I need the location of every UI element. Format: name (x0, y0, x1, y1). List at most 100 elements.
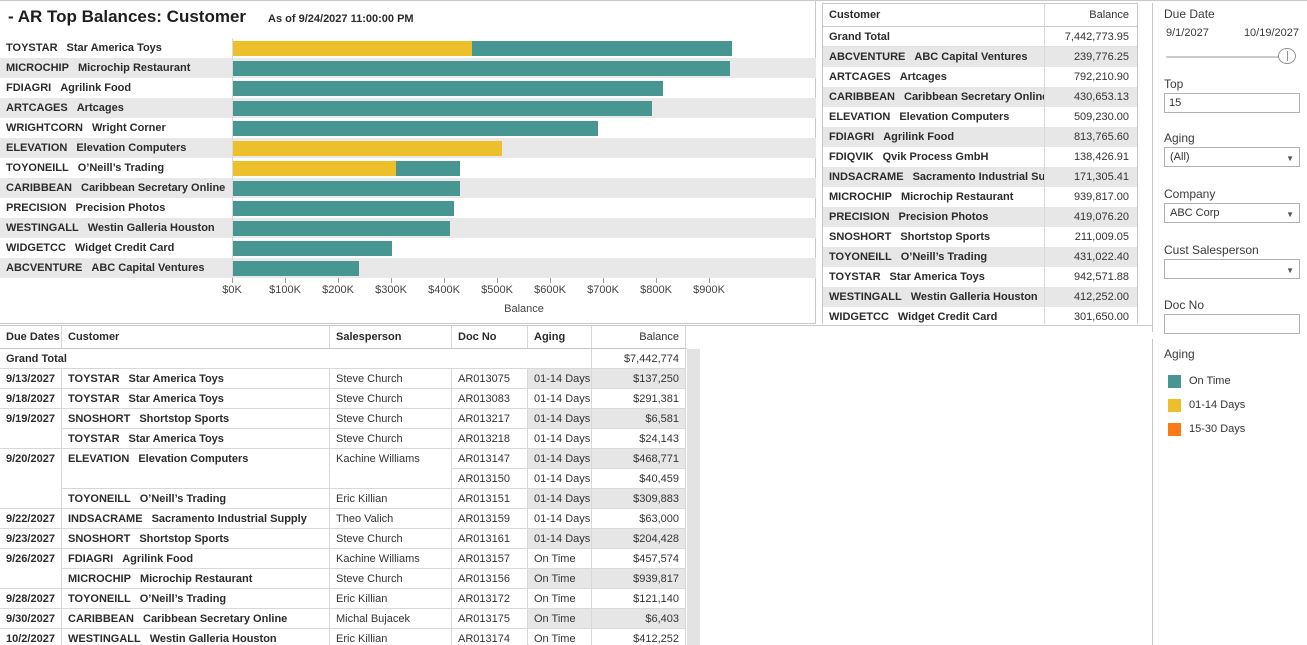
detail-table-row[interactable]: 9/30/2027 CARIBBEANCaribbean Secretary O… (0, 609, 687, 629)
bar-segment[interactable] (472, 41, 732, 56)
bar-segment[interactable] (232, 121, 598, 136)
bar-chart-row[interactable]: WIDGETCCWidget Credit Card (0, 238, 816, 258)
summary-table-row[interactable]: WIDGETCCWidget Credit Card 301,650.00 (823, 307, 1137, 324)
summary-table-row[interactable]: WESTINGALLWestin Galleria Houston 412,25… (823, 287, 1137, 307)
bar-chart-row[interactable]: CARIBBEANCaribbean Secretary Online (0, 178, 816, 198)
bar-chart-row[interactable]: ABCVENTUREABC Capital Ventures (0, 258, 816, 278)
detail-due-cell: 9/20/2027 (0, 449, 62, 469)
summary-table-row[interactable]: TOYONEILLO’Neill’s Trading 431,022.40 (823, 247, 1137, 267)
customer-code: INDSACRAME (68, 513, 143, 525)
detail-table-row[interactable]: 9/20/2027 ELEVATIONElevation Computers K… (0, 449, 687, 469)
bar-chart-row[interactable]: MICROCHIPMicrochip Restaurant (0, 58, 816, 78)
bar-chart-row[interactable]: WESTINGALLWestin Galleria Houston (0, 218, 816, 238)
bar-segment[interactable] (232, 41, 472, 56)
bar-segment[interactable] (232, 101, 652, 116)
bar-segments (232, 121, 598, 136)
axis-tick-mark (550, 278, 551, 283)
detail-col-aging[interactable]: Aging (528, 326, 592, 348)
legend-item[interactable]: 01-14 Days (1168, 393, 1245, 417)
detail-table-row[interactable]: 10/2/2027 WESTINGALLWestin Galleria Hous… (0, 629, 687, 645)
detail-doc-no-cell: AR013157 (452, 549, 528, 569)
bar-segment[interactable] (232, 81, 663, 96)
customer-code: ARTCAGES (829, 71, 891, 83)
summary-table-row[interactable]: FDIQVIKQvik Process GmbH 138,426.91 (823, 147, 1137, 167)
bar-segment[interactable] (232, 221, 450, 236)
summary-table-row[interactable]: FDIAGRIAgrilink Food 813,765.60 (823, 127, 1137, 147)
detail-table-row[interactable]: 9/22/2027 INDSACRAMESacramento Industria… (0, 509, 687, 529)
bar-segment[interactable] (232, 181, 460, 196)
due-date-slider-track[interactable] (1166, 56, 1294, 58)
detail-table-row[interactable]: 9/28/2027 TOYONEILLO’Neill’s Trading Eri… (0, 589, 687, 609)
bar-chart-row[interactable]: ARTCAGESArtcages (0, 98, 816, 118)
legend-item[interactable]: On Time (1168, 369, 1245, 393)
bar-segments (232, 81, 663, 96)
summary-table-row[interactable]: ELEVATIONElevation Computers 509,230.00 (823, 107, 1137, 127)
detail-table-row[interactable]: 9/23/2027 SNOSHORTShortstop Sports Steve… (0, 529, 687, 549)
detail-due-cell (0, 469, 62, 489)
detail-table-row[interactable]: MICROCHIPMicrochip Restaurant Steve Chur… (0, 569, 687, 589)
summary-table-row[interactable]: CARIBBEANCaribbean Secretary Online 430,… (823, 87, 1137, 107)
detail-table-scrollbar[interactable] (687, 349, 700, 645)
bar-segment[interactable] (232, 61, 730, 76)
summary-table-row[interactable]: ABCVENTUREABC Capital Ventures 239,776.2… (823, 47, 1137, 67)
detail-customer-cell: FDIAGRIAgrilink Food (62, 549, 330, 569)
detail-col-balance[interactable]: Balance (592, 326, 686, 348)
bar-segment[interactable] (232, 241, 392, 256)
detail-balance-cell: $291,381 (592, 389, 686, 409)
customer-name: Star America Toys (129, 373, 224, 385)
bar-segment[interactable] (232, 141, 502, 156)
summary-table-row[interactable]: SNOSHORTShortstop Sports 211,009.05 (823, 227, 1137, 247)
detail-table-row[interactable]: AR013150 01-14 Days $40,459 (0, 469, 687, 489)
bar-segment[interactable] (232, 261, 359, 276)
detail-due-cell (0, 429, 62, 449)
customer-name: Widget Credit Card (898, 311, 998, 323)
bar-chart-row[interactable]: TOYSTARStar America Toys (0, 38, 816, 58)
detail-table-row[interactable]: TOYSTARStar America Toys Steve Church AR… (0, 429, 687, 449)
customer-name: Sacramento Industrial Supply (152, 513, 307, 525)
company-filter-dropdown[interactable]: ABC Corp ▼ (1164, 203, 1300, 223)
bar-segment[interactable] (232, 201, 454, 216)
detail-col-due-dates[interactable]: Due Dates (0, 326, 62, 348)
detail-aging-cell: 01-14 Days (528, 369, 592, 389)
detail-table-row[interactable]: 9/26/2027 FDIAGRIAgrilink Food Kachine W… (0, 549, 687, 569)
summary-col-balance[interactable]: Balance (1045, 9, 1137, 21)
bar-chart-row[interactable]: PRECISIONPrecision Photos (0, 198, 816, 218)
summary-table-row[interactable]: MICROCHIPMicrochip Restaurant 939,817.00 (823, 187, 1137, 207)
detail-col-doc-no[interactable]: Doc No (452, 326, 528, 348)
top-filter-input[interactable] (1164, 93, 1300, 113)
bar-chart-row[interactable]: WRIGHTCORNWright Corner (0, 118, 816, 138)
detail-table-row[interactable]: TOYONEILLO’Neill’s Trading Eric Killian … (0, 489, 687, 509)
summary-table-row[interactable]: ARTCAGESArtcages 792,210.90 (823, 67, 1137, 87)
due-date-slider-handle[interactable] (1278, 48, 1296, 64)
bar-track (232, 158, 816, 178)
summary-customer-cell: PRECISIONPrecision Photos (823, 211, 1045, 223)
bar-segment[interactable] (232, 161, 396, 176)
bar-chart-row[interactable]: TOYONEILLO’Neill’s Trading (0, 158, 816, 178)
aging-filter-dropdown[interactable]: (All) ▼ (1164, 147, 1300, 167)
summary-table-row[interactable]: PRECISIONPrecision Photos 419,076.20 (823, 207, 1137, 227)
bar-chart-row[interactable]: FDIAGRIAgrilink Food (0, 78, 816, 98)
customer-name: Agrilink Food (883, 131, 954, 143)
detail-table-row[interactable]: 9/18/2027 TOYSTARStar America Toys Steve… (0, 389, 687, 409)
bar-segment[interactable] (396, 161, 460, 176)
customer-code: TOYSTAR (68, 373, 120, 385)
detail-salesperson-cell: Kachine Williams (330, 449, 452, 469)
summary-table-row[interactable]: TOYSTARStar America Toys 942,571.88 (823, 267, 1137, 287)
due-date-end: 10/19/2027 (1244, 27, 1299, 39)
doc-no-filter-input[interactable] (1164, 314, 1300, 334)
detail-col-salesperson[interactable]: Salesperson (330, 326, 452, 348)
summary-col-customer[interactable]: Customer (823, 9, 1045, 21)
bar-chart-row[interactable]: ELEVATIONElevation Computers (0, 138, 816, 158)
chevron-down-icon: ▼ (1286, 154, 1294, 163)
x-axis: $0K$100K$200K$300K$400K$500K$600K$700K$8… (0, 278, 816, 318)
summary-table-row[interactable]: INDSACRAMESacramento Industrial Su.. 171… (823, 167, 1137, 187)
detail-table-row[interactable]: 9/13/2027 TOYSTARStar America Toys Steve… (0, 369, 687, 389)
detail-col-customer[interactable]: Customer (62, 326, 330, 348)
customer-name: Star America Toys (129, 433, 224, 445)
customer-name: O’Neill’s Trading (140, 593, 226, 605)
customer-code: CARIBBEAN (68, 613, 134, 625)
due-date-filter-label: Due Date (1164, 7, 1215, 21)
cust-salesperson-dropdown[interactable]: ▼ (1164, 259, 1300, 279)
legend-item[interactable]: 15-30 Days (1168, 417, 1245, 441)
detail-table-row[interactable]: 9/19/2027 SNOSHORTShortstop Sports Steve… (0, 409, 687, 429)
